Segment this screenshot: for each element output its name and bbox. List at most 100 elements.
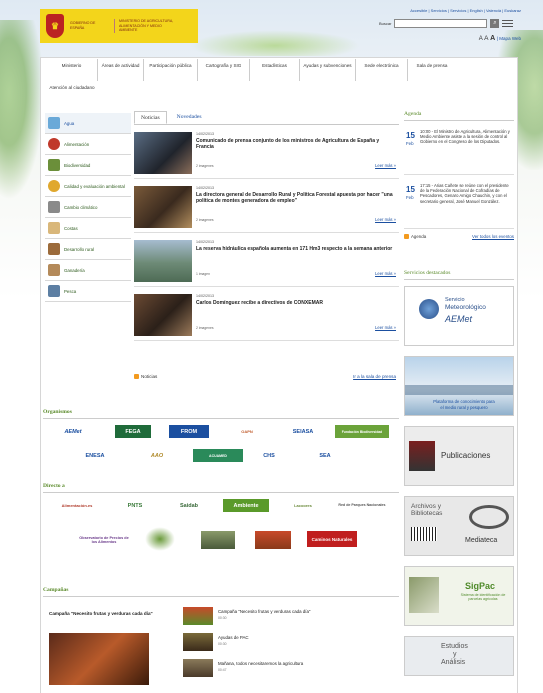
campana-item-title[interactable]: Campaña "Necesito frutas y verduras cada… [218, 609, 310, 614]
publicaciones-label: Publicaciones [441, 451, 491, 460]
estudios-banner[interactable]: Estudios y Análisis [404, 636, 514, 676]
news-title[interactable]: La directora general de Desarrollo Rural… [196, 192, 394, 204]
top-links[interactable]: Accesible | Servicios | Servicios | Engl… [410, 8, 521, 13]
news-image[interactable] [134, 294, 192, 336]
sigpac-banner[interactable]: SigPac Sistema de identificación de parc… [404, 566, 514, 626]
directo-logo[interactable]: PNTS [117, 499, 153, 512]
read-more-link[interactable]: Leer más » [375, 163, 396, 168]
agenda-day: 15 [406, 185, 415, 194]
directo-logo[interactable]: Saidab [169, 499, 209, 512]
sidebar-item-calidad[interactable]: Calidad y evaluación ambiental [45, 176, 131, 197]
agenda-text[interactable]: 17:15 - Arias Cañete se reúne con el pre… [420, 183, 512, 204]
sidebar-item-desarrollo-rural[interactable]: Desarrollo rural [45, 239, 131, 260]
estudios-line3: Análisis [441, 659, 466, 666]
organismo-logo[interactable]: SEIASA [283, 425, 323, 438]
directo-logo[interactable]: Ambiente [223, 499, 269, 512]
directo-logo[interactable]: Red de Parques Nacionales [333, 495, 391, 515]
nav-sede-electronica[interactable]: Sede electrónica [356, 59, 408, 81]
press-room-link[interactable]: Ir a la sala de prensa [353, 374, 396, 379]
barcode-icon [411, 527, 437, 541]
sitemap-link[interactable]: | Mapa Web [497, 36, 521, 41]
news-panel: Noticias Novedades 14/02/2013 Comunicado… [134, 111, 399, 380]
sidebar-item-alimentacion[interactable]: Alimentación [45, 134, 131, 155]
organismo-logo[interactable]: FEGA [115, 425, 151, 438]
campana-featured-title[interactable]: Campaña "Necesito frutas y verduras cada… [49, 611, 169, 616]
campana-item: Mañana, todos necesitaremos la agricultu… [183, 659, 393, 681]
read-more-link[interactable]: Leer más » [375, 217, 396, 222]
plataforma-banner[interactable]: Plataforma de conocimiento para el medio… [404, 356, 514, 416]
organismo-logo[interactable]: Fundación Biodiversidad [335, 425, 389, 438]
all-events-link[interactable]: Ver todos los eventos [472, 234, 514, 239]
read-more-link[interactable]: Leer más » [375, 271, 396, 276]
news-date: 14/02/2013 [196, 240, 214, 244]
search-input[interactable] [394, 19, 488, 28]
directo-logo-image[interactable] [255, 531, 291, 549]
campana-item: Campaña "Necesito frutas y verduras cada… [183, 607, 393, 629]
campana-thumb[interactable] [183, 607, 213, 625]
news-image[interactable] [134, 186, 192, 228]
rss-icon[interactable] [404, 234, 409, 240]
organismo-logo[interactable]: CHS [249, 449, 289, 462]
agenda-text[interactable]: 10:00 - El Ministro de Agricultura, Alim… [420, 129, 512, 145]
aemet-line1: Servicio [445, 297, 465, 303]
publicaciones-banner[interactable]: Publicaciones [404, 426, 514, 486]
organismo-logo[interactable]: AAO [137, 449, 177, 462]
coast-icon [48, 222, 60, 234]
sidebar-item-pesca[interactable]: Pesca [45, 281, 131, 302]
tab-novedades[interactable]: Novedades [171, 111, 208, 124]
map-icon [409, 577, 439, 613]
news-image[interactable] [134, 240, 192, 282]
campana-thumb[interactable] [183, 633, 213, 651]
news-title[interactable]: La reserva hidráulica española aumenta e… [196, 246, 394, 252]
organismo-logo[interactable]: ACUAMED [193, 449, 243, 462]
nav-estadisticas[interactable]: Estadísticas [250, 59, 300, 81]
directo-logo[interactable]: Alimentación.es [55, 499, 99, 512]
sidebar-item-ganaderia[interactable]: Ganadería [45, 260, 131, 281]
nav-ayudas[interactable]: Ayudas y subvenciones [300, 59, 356, 81]
featured-services: Servicios destacados Servicio Meteorológ… [404, 270, 514, 676]
directo-logo[interactable]: Caminos Naturales [307, 531, 357, 547]
rss-icon[interactable] [134, 374, 139, 380]
news-image[interactable] [134, 132, 192, 174]
ministry-logo[interactable]: ♛ Gobierno de España Ministerio de Agric… [40, 9, 198, 43]
organismo-logo[interactable]: FROM [169, 425, 209, 438]
campana-video[interactable] [49, 633, 149, 685]
directo-logo[interactable]: Lacoores [283, 499, 323, 512]
directo-logo[interactable]: Observatorio de Precios de los Alimentos [77, 525, 131, 555]
campana-item-title[interactable]: Mañana, todos necesitaremos la agricultu… [218, 661, 303, 666]
organismo-logo[interactable]: SEA [305, 449, 345, 462]
rss-noticias-link[interactable]: Noticias [141, 374, 157, 379]
read-more-link[interactable]: Leer más » [375, 325, 396, 330]
sidebar-item-costas[interactable]: Costas [45, 218, 131, 239]
nav-participacion[interactable]: Participación pública [144, 59, 198, 81]
campana-item-title[interactable]: Ayudas de PAC [218, 635, 249, 640]
sidebar-item-biodiversidad[interactable]: Biodiversidad [45, 155, 131, 176]
directo-logo-image[interactable] [201, 531, 235, 549]
organismo-logo[interactable]: AEMet [55, 425, 91, 438]
news-title[interactable]: Comunicado de prensa conjunto de los min… [196, 138, 394, 150]
organismo-logo[interactable]: OAPN [225, 425, 269, 438]
news-title[interactable]: Carlos Domínguez recibe a directivos de … [196, 300, 394, 306]
nav-atencion-ciudadano[interactable]: Atención al ciudadano [46, 81, 98, 103]
tab-noticias[interactable]: Noticias [134, 111, 167, 124]
aemet-banner[interactable]: Servicio Meteorológico AEMet [404, 286, 514, 346]
main-container: Ministerio Áreas de actividad Participac… [40, 57, 518, 693]
search-button[interactable]: ⌕ [490, 19, 500, 28]
nav-sala-prensa[interactable]: Sala de prensa [408, 59, 456, 81]
font-mid-button[interactable]: A [484, 35, 488, 42]
fish-icon [48, 285, 60, 297]
font-small-button[interactable]: A [479, 36, 483, 42]
directo-logo-emblem[interactable] [145, 527, 175, 551]
font-big-button[interactable]: A [490, 35, 495, 42]
menu-icon[interactable] [502, 19, 514, 28]
rss-agenda-link[interactable]: Agenda [411, 234, 426, 239]
campana-thumb[interactable] [183, 659, 213, 677]
sidebar-item-cambio-climatico[interactable]: Cambio climático [45, 197, 131, 218]
nav-cartografia[interactable]: Cartografía y SIG [198, 59, 250, 81]
nav-areas-actividad[interactable]: Áreas de actividad [98, 59, 144, 81]
nav-ministerio[interactable]: Ministerio [46, 59, 98, 81]
mediateca-banner[interactable]: Archivos y Bibliotecas Mediateca [404, 496, 514, 556]
campana-item: Ayudas de PAC 00:30 [183, 633, 393, 655]
organismo-logo[interactable]: ENESA [77, 449, 113, 462]
sidebar-item-agua[interactable]: Agua [45, 113, 131, 134]
